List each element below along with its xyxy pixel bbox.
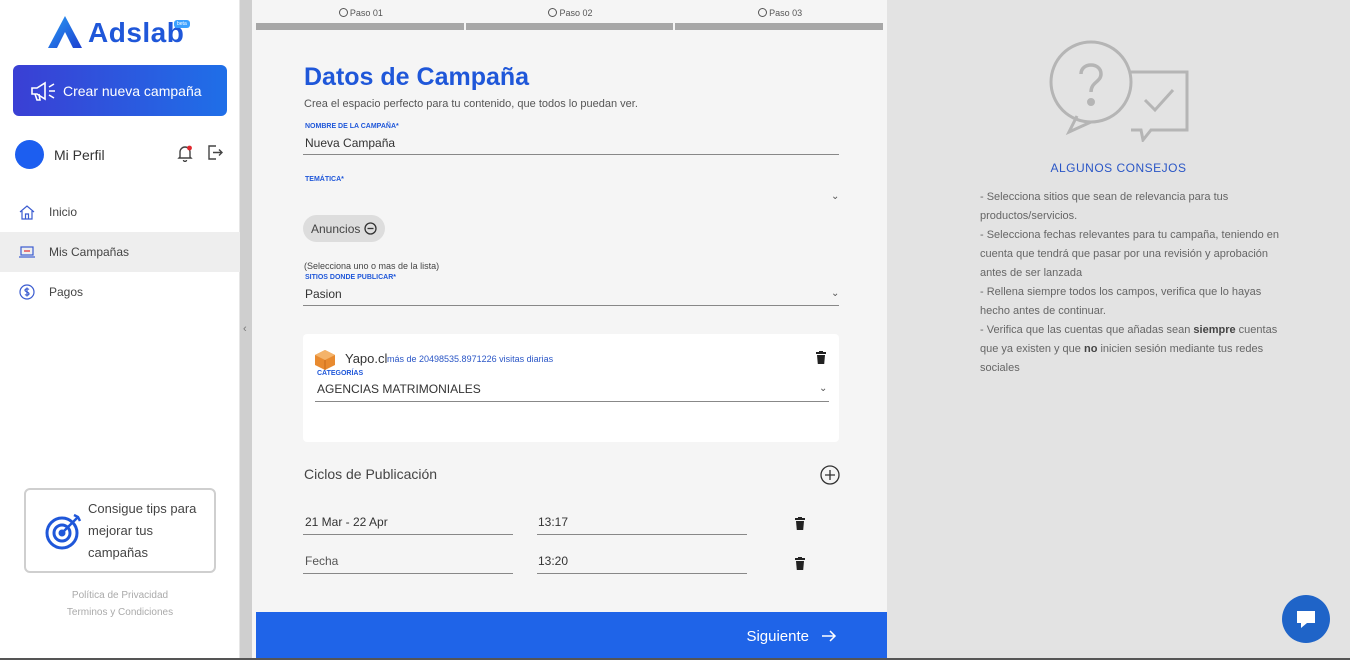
cycle-1-date-underline [303, 534, 513, 535]
tips-list: - Selecciona sitios que sean de relevanc… [980, 188, 1293, 378]
campaign-name-label: NOMBRE DE LA CAMPAÑA* [305, 123, 399, 130]
sidebar-item-label: Pagos [49, 285, 84, 299]
step-label: Paso 01 [349, 8, 383, 18]
next-button[interactable]: Siguiente [256, 612, 887, 660]
terms-link[interactable]: Terminos y Condiciones [0, 604, 240, 621]
chat-bubble-icon [1297, 611, 1315, 628]
footer-links: Política de Privacidad Terminos y Condic… [0, 587, 240, 621]
adslab-logo-icon [48, 16, 82, 48]
profile[interactable]: Mi Perfil [15, 140, 105, 169]
sidebar-nav: Inicio Mis Campañas Pagos [0, 192, 240, 312]
theme-chip[interactable]: Anuncios [303, 215, 386, 242]
category-select[interactable]: AGENCIAS MATRIMONIALES [317, 382, 481, 396]
sidebar-item-label: Mis Campañas [49, 245, 130, 259]
site-name: Yapo.cl [345, 351, 388, 366]
chevron-down-icon[interactable]: ⌄ [831, 191, 839, 202]
cycle-1-date[interactable]: 21 Mar - 22 Apr [305, 515, 388, 529]
home-icon [19, 204, 35, 220]
chat-button[interactable] [1282, 595, 1330, 643]
campaign-icon [19, 245, 35, 258]
tips-heading: ALGUNOS CONSEJOS [1050, 161, 1187, 175]
tip-item: - Selecciona fechas relevantes para tu c… [980, 229, 1280, 279]
privacy-link[interactable]: Política de Privacidad [0, 587, 240, 604]
remove-circle-icon[interactable] [364, 222, 378, 235]
sidebar: Adslab beta Crear nueva campaña Mi Perfi… [0, 0, 240, 660]
cycle-2-time-underline [537, 573, 747, 574]
step-2[interactable]: Paso 02 [465, 8, 676, 30]
step-bar [675, 23, 884, 30]
sites-label: SITIOS DONDE PUBLICAR* [305, 274, 397, 281]
tip-emphasis: no [1083, 343, 1098, 355]
step-dot-icon [548, 8, 558, 17]
cycle-2-time[interactable]: 13:20 [538, 554, 568, 568]
target-icon [45, 513, 82, 549]
create-campaign-button[interactable]: Crear nueva campaña [13, 65, 227, 116]
megaphone-icon [31, 81, 55, 101]
site-card: Yapo.cl más de 20498535.8971226 visitas … [303, 334, 839, 442]
arrow-right-icon [822, 630, 837, 642]
campaign-name-underline [303, 154, 839, 155]
sidebar-item-pagos[interactable]: Pagos [0, 272, 240, 312]
logout-icon[interactable] [207, 144, 224, 161]
tip-item: - Selecciona sitios que sean de relevanc… [980, 191, 1229, 222]
step-bar [256, 23, 464, 30]
cycle-1-time-underline [537, 534, 747, 535]
campaign-form: Paso 01 Paso 02 Paso 03 Datos de Campaña… [252, 0, 887, 660]
step-label: Paso 02 [559, 8, 593, 18]
theme-label: TEMÁTICA* [305, 176, 344, 183]
step-dot-icon [758, 8, 768, 17]
step-label: Paso 03 [769, 8, 803, 18]
trash-icon[interactable] [795, 517, 805, 530]
profile-name: Mi Perfil [54, 146, 105, 163]
step-bar [465, 23, 674, 30]
add-circle-icon[interactable] [820, 465, 840, 485]
trash-icon[interactable] [795, 557, 805, 570]
campaign-name-input[interactable]: Nueva Campaña [305, 136, 395, 150]
step-3[interactable]: Paso 03 [675, 8, 885, 30]
cycle-2-date-underline [303, 573, 513, 574]
sites-select[interactable]: Pasion [305, 287, 342, 301]
next-button-label: Siguiente [746, 627, 809, 645]
chevron-down-icon[interactable]: ⌄ [831, 288, 839, 299]
brand-badge: beta [174, 20, 190, 28]
sidebar-item-mis-campanas[interactable]: Mis Campañas [0, 232, 240, 272]
category-label: CATEGORÍAS [317, 370, 364, 377]
avatar[interactable] [15, 140, 44, 169]
tip-emphasis: siempre [1193, 324, 1236, 336]
create-campaign-label: Crear nueva campaña [63, 82, 202, 99]
tips-card[interactable]: Consigue tips para mejorar tus campañas [24, 488, 216, 573]
category-underline [315, 401, 829, 402]
sites-hint: (Selecciona uno o mas de la lista) [304, 261, 440, 271]
tip-item: - Rellena siempre todos los campos, veri… [980, 286, 1262, 317]
logo[interactable]: Adslab beta [46, 14, 190, 52]
question-chat-icon [1049, 40, 1189, 142]
tips-card-text: Consigue tips para mejorar tus campañas [88, 500, 197, 560]
site-visits: más de 20498535.8971226 visitas diarias [387, 354, 554, 364]
collapse-arrow-icon[interactable]: ‹ [243, 323, 247, 335]
tips-panel: ALGUNOS CONSEJOS - Selecciona sitios que… [887, 0, 1350, 660]
bell-icon[interactable] [177, 145, 193, 162]
step-indicator: Paso 01 Paso 02 Paso 03 [256, 8, 885, 30]
sidebar-item-inicio[interactable]: Inicio [0, 192, 240, 232]
sidebar-item-label: Inicio [49, 205, 78, 219]
site-logo-icon [315, 350, 335, 370]
cycle-2-date[interactable]: Fecha [305, 554, 338, 568]
trash-icon[interactable] [816, 351, 826, 364]
tip-text: - Verifica que las cuentas que añadas se… [980, 324, 1194, 336]
step-1[interactable]: Paso 01 [256, 8, 466, 30]
step-dot-icon [338, 8, 348, 17]
chevron-down-icon[interactable]: ⌄ [819, 383, 827, 394]
brand-name: Adslab [88, 17, 185, 48]
tip-item: - Verifica que las cuentas que añadas se… [980, 321, 1293, 378]
cycle-1-time[interactable]: 13:17 [538, 515, 568, 529]
cycles-title: Ciclos de Publicación [304, 466, 438, 482]
sites-underline [303, 305, 839, 306]
chip-label: Anuncios [311, 221, 361, 236]
page-title: Datos de Campaña [304, 63, 530, 91]
dollar-icon [19, 284, 35, 300]
page-subtitle: Crea el espacio perfecto para tu conteni… [304, 98, 638, 110]
